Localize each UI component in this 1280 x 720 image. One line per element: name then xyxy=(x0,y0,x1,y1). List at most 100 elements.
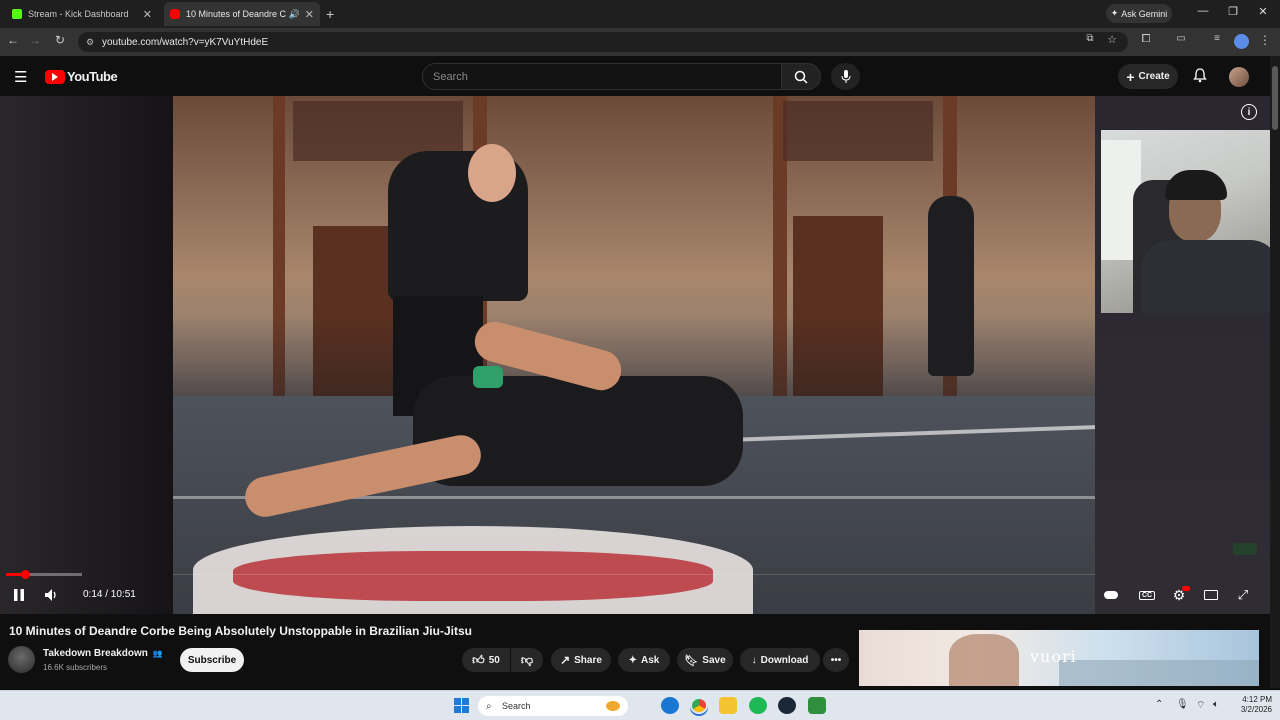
captions-button[interactable]: CC xyxy=(1136,585,1158,605)
progress-bar-extension xyxy=(173,574,1095,575)
theater-icon xyxy=(1204,590,1218,600)
hamburger-menu-icon[interactable]: ☰ xyxy=(14,68,27,86)
search-highlight-icon xyxy=(606,701,620,711)
watermark-logo xyxy=(1233,543,1257,555)
autoplay-icon xyxy=(1104,591,1118,599)
forward-icon[interactable]: → xyxy=(26,33,44,47)
clock-date: 3/2/2026 xyxy=(1240,705,1272,714)
volume-icon xyxy=(45,589,56,601)
speaker-icon[interactable]: 🔊 xyxy=(289,9,300,20)
plus-icon: + xyxy=(1126,68,1135,85)
create-button[interactable]: + Create xyxy=(1118,64,1178,89)
new-tab-icon[interactable]: + xyxy=(326,6,334,22)
extensions-icon[interactable]: ⧠ xyxy=(1137,33,1155,46)
install-app-icon[interactable]: ⧉ xyxy=(1081,33,1099,44)
restore-icon[interactable]: ❐ xyxy=(1218,5,1248,18)
more-actions-button[interactable]: ••• xyxy=(823,648,849,672)
taskbar-search[interactable]: ⌕ Search xyxy=(478,696,628,716)
autoplay-toggle[interactable] xyxy=(1100,585,1122,605)
site-info-icon[interactable]: ⚙ xyxy=(86,37,94,48)
pause-icon xyxy=(14,589,24,601)
ask-button[interactable]: ✦ Ask xyxy=(618,648,670,672)
ad-brand-logo: vuori xyxy=(1030,647,1077,666)
info-icon[interactable]: i xyxy=(1241,104,1257,120)
youtube-logo-text[interactable]: YouTube xyxy=(67,69,118,84)
file-explorer-icon[interactable] xyxy=(719,697,737,714)
ad-mountain-image xyxy=(1059,660,1259,686)
search-placeholder: Search xyxy=(433,70,468,83)
window-close-icon[interactable]: ✕ xyxy=(1248,5,1278,18)
volume-button[interactable] xyxy=(41,585,63,605)
back-icon[interactable]: ← xyxy=(4,33,22,47)
subscribe-button[interactable]: Subscribe xyxy=(180,648,244,672)
bookmark-star-icon[interactable]: ☆ xyxy=(1103,33,1121,46)
media-controls-icon[interactable]: ≡ xyxy=(1208,33,1226,44)
spotify-icon[interactable] xyxy=(749,697,767,714)
taskbar-clock[interactable]: 4:12 PM 3/2/2026 xyxy=(1232,695,1272,715)
pause-button[interactable] xyxy=(8,585,30,605)
volume-tray-icon[interactable]: 🔈︎ xyxy=(1213,699,1219,710)
edge-icon[interactable] xyxy=(661,697,679,714)
steam-icon[interactable] xyxy=(778,697,796,714)
tray-overflow-icon[interactable]: ⌃ xyxy=(1155,699,1163,710)
minimize-icon[interactable]: — xyxy=(1188,5,1218,17)
ad-model-image xyxy=(949,634,1019,686)
address-bar[interactable]: ⚙ youtube.com/watch?v=yK7VuYtHdeE xyxy=(78,32,1128,52)
search-input[interactable]: Search xyxy=(422,63,782,90)
cast-icon[interactable]: ▭ xyxy=(1172,33,1190,44)
notifications-bell-icon[interactable] xyxy=(1193,68,1207,86)
share-label: Share xyxy=(574,654,602,666)
close-tab-icon[interactable]: ✕ xyxy=(305,8,314,21)
save-button[interactable]: 🔖︎ Save xyxy=(677,648,733,672)
ask-gemini-button[interactable]: ✦ Ask Gemini xyxy=(1106,4,1172,23)
tab-kick-dashboard[interactable]: Stream - Kick Dashboard ✕ xyxy=(6,2,158,26)
tab-youtube-video[interactable]: 10 Minutes of Deandre Co 🔊 ✕ xyxy=(164,2,320,26)
subscriber-count: 16.6K subscribers xyxy=(43,663,108,672)
page-scrollbar[interactable] xyxy=(1270,56,1280,688)
more-icon: ••• xyxy=(830,654,842,666)
settings-button[interactable]: ⚙ xyxy=(1168,585,1190,605)
chrome-menu-icon[interactable]: ⋮ xyxy=(1256,33,1274,47)
kick-app-icon[interactable] xyxy=(808,697,826,714)
youtube-logo-icon[interactable] xyxy=(45,70,65,84)
theater-mode-button[interactable] xyxy=(1200,585,1222,605)
scrollbar-thumb[interactable] xyxy=(1272,66,1278,130)
membership-icon: 👥 xyxy=(152,649,163,658)
search-button[interactable] xyxy=(781,63,821,90)
dislike-button[interactable]: 👎︎ xyxy=(511,648,543,672)
tray-mic-icon[interactable]: 🎙︎ xyxy=(1176,699,1189,710)
thumbs-down-icon: 👎︎ xyxy=(520,652,534,667)
account-avatar[interactable] xyxy=(1229,67,1249,87)
like-button[interactable]: 👍︎ 50 xyxy=(462,648,510,672)
create-label: Create xyxy=(1138,71,1170,82)
time-display: 0:14 / 10:51 xyxy=(83,589,136,600)
youtube-favicon-icon xyxy=(170,9,180,19)
reload-icon[interactable]: ↻ xyxy=(51,33,69,47)
wifi-icon[interactable]: ⌔ xyxy=(1196,699,1205,712)
download-label: Download xyxy=(760,654,809,666)
kick-favicon-icon xyxy=(12,9,22,19)
profile-avatar[interactable] xyxy=(1234,34,1249,49)
start-button-windows-icon[interactable] xyxy=(454,698,469,713)
webcam-overlay xyxy=(1101,130,1280,313)
scrubber-handle[interactable] xyxy=(21,570,30,579)
clock-time: 4:12 PM xyxy=(1242,695,1272,704)
share-button[interactable]: ↗ Share xyxy=(551,648,611,672)
voice-search-button[interactable] xyxy=(831,63,860,90)
video-frame[interactable] xyxy=(173,96,1095,614)
channel-avatar[interactable] xyxy=(8,646,35,673)
tab-label: Stream - Kick Dashboard xyxy=(28,9,129,19)
fullscreen-button[interactable]: ⤢ xyxy=(1232,585,1254,605)
search-icon xyxy=(794,70,808,84)
share-icon: ↗ xyxy=(560,653,571,667)
microphone-icon xyxy=(841,69,850,83)
fullscreen-icon: ⤢ xyxy=(1237,587,1249,602)
download-icon: ↓ xyxy=(751,654,757,666)
channel-name[interactable]: Takedown Breakdown 👥 xyxy=(43,648,163,659)
channel-name-text: Takedown Breakdown xyxy=(43,648,148,659)
download-button[interactable]: ↓ Download xyxy=(740,648,820,672)
url-text: youtube.com/watch?v=yK7VuYtHdeE xyxy=(102,36,269,48)
close-tab-icon[interactable]: ✕ xyxy=(143,8,152,21)
chrome-icon[interactable] xyxy=(690,697,708,714)
tab-label: 10 Minutes of Deandre Co xyxy=(186,9,286,19)
